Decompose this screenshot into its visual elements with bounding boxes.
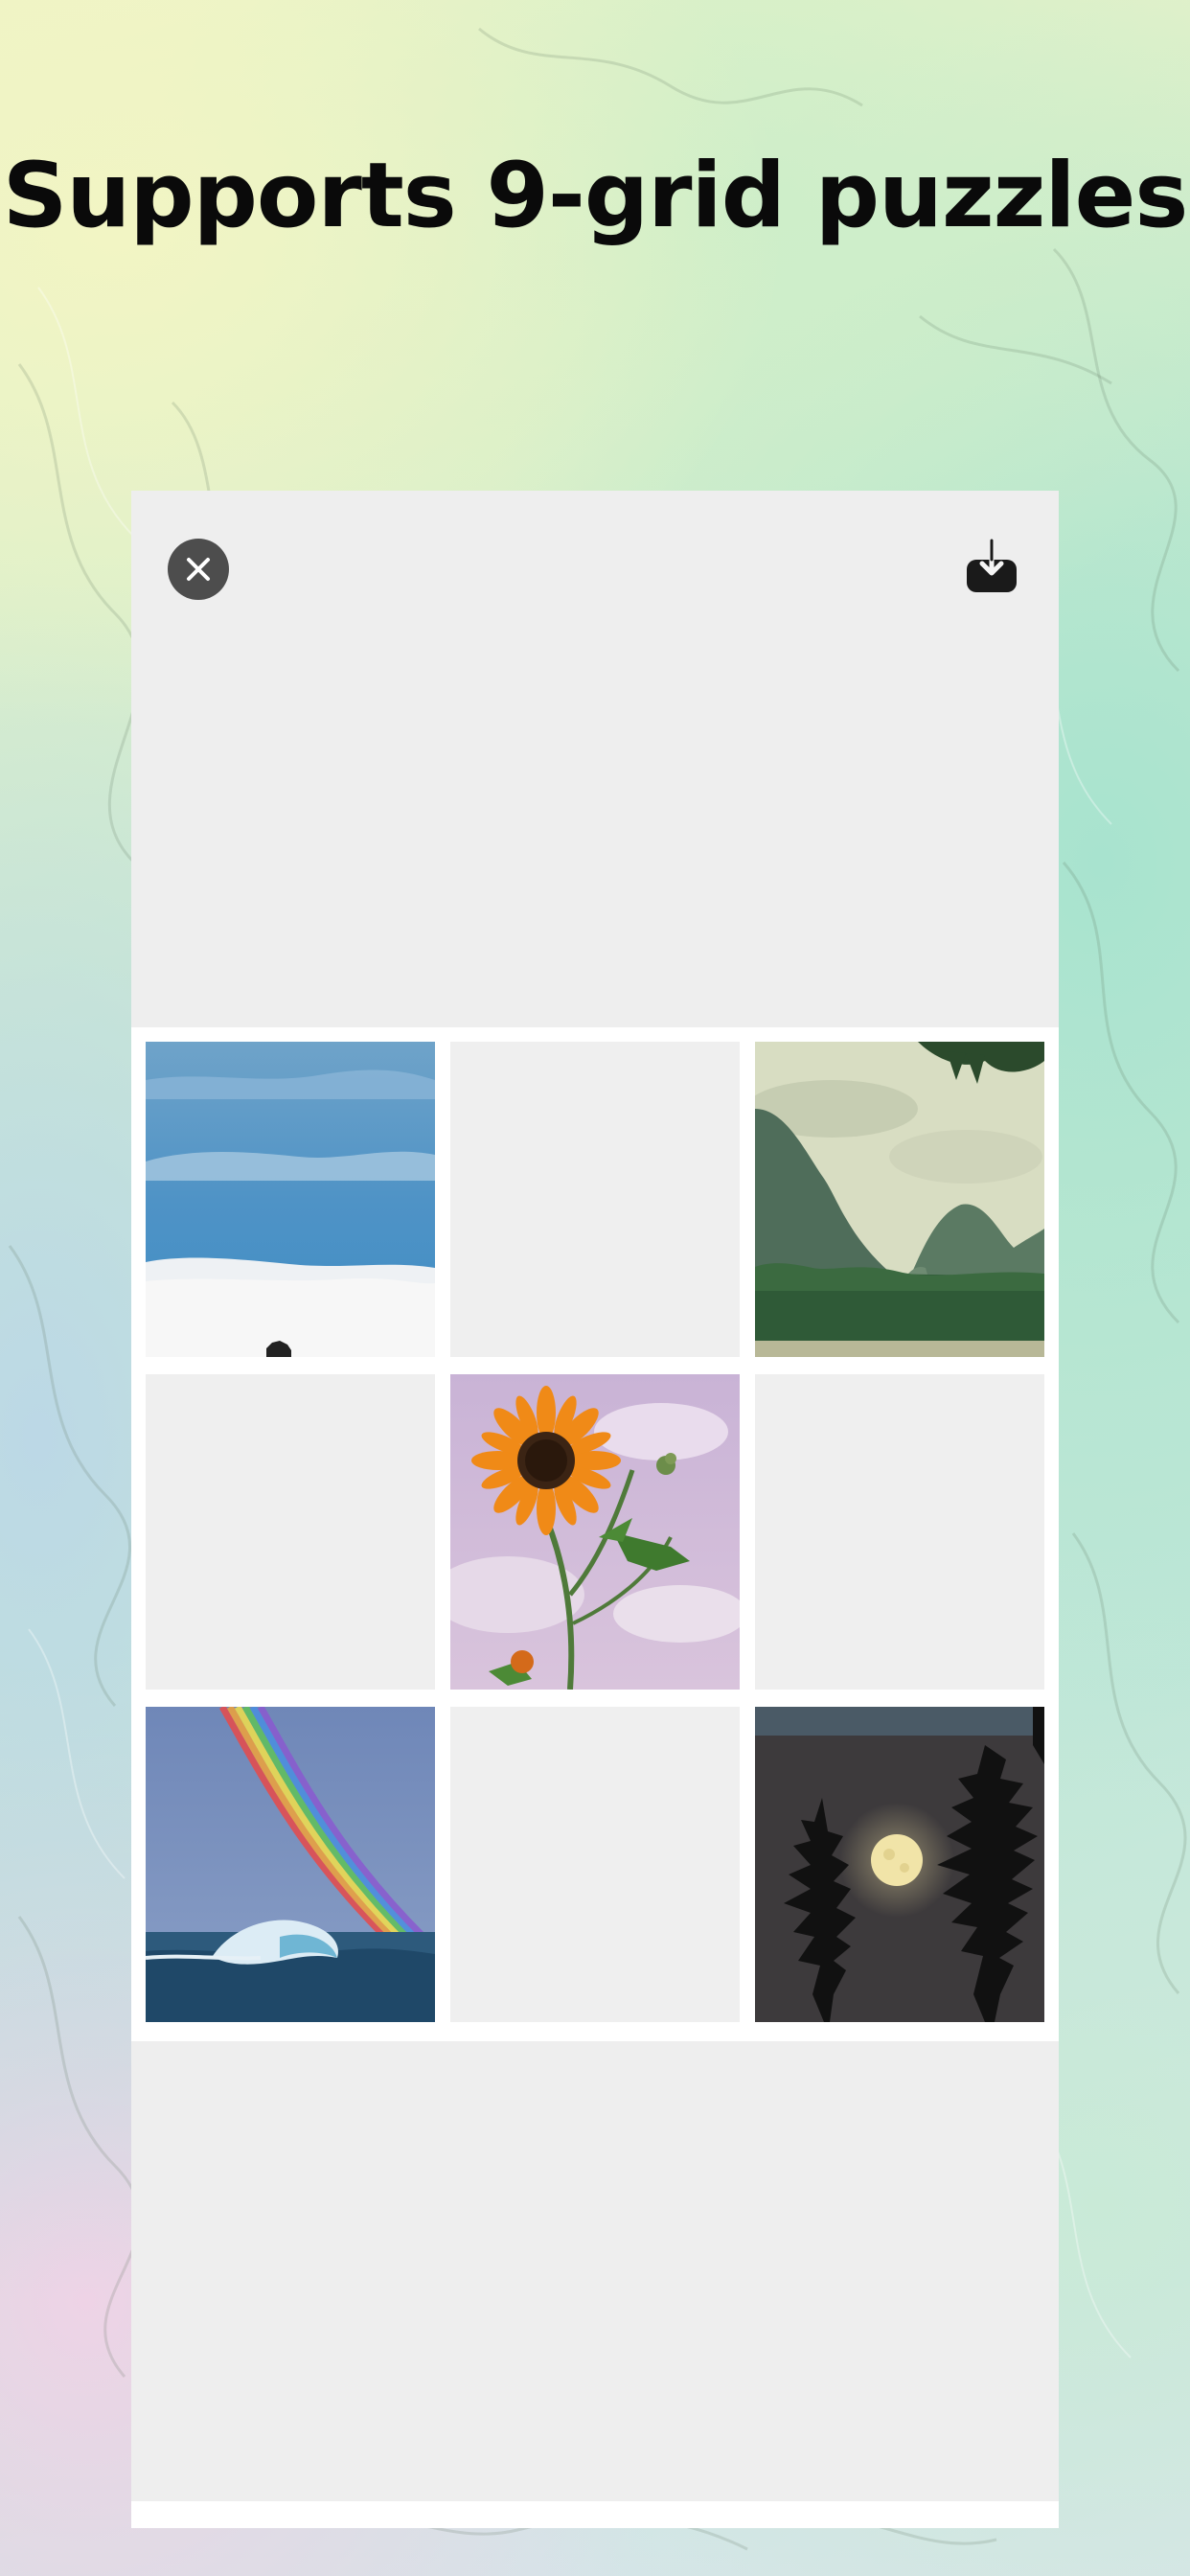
close-icon bbox=[187, 558, 210, 581]
save-button[interactable] bbox=[961, 539, 1022, 600]
app-store-screenshot: Supports 9-grid puzzles bbox=[0, 0, 1190, 2576]
grid-cell-empty[interactable] bbox=[755, 1374, 1044, 1690]
grid-cell-sky-clouds[interactable] bbox=[146, 1042, 435, 1357]
download-icon bbox=[967, 539, 1017, 592]
grid-cell-karst-mountains[interactable] bbox=[755, 1042, 1044, 1357]
grid-cell-rainbow-wave[interactable] bbox=[146, 1707, 435, 2022]
sunflower-photo bbox=[450, 1374, 740, 1690]
grid-cell-empty[interactable] bbox=[146, 1374, 435, 1690]
editor-screen bbox=[131, 491, 1059, 2528]
sky-clouds-photo bbox=[146, 1042, 435, 1357]
grid-cell-sunflower[interactable] bbox=[450, 1374, 740, 1690]
grid-cell-empty[interactable] bbox=[450, 1707, 740, 2022]
canvas-empty-area bbox=[131, 2041, 1059, 2501]
rainbow-wave-photo bbox=[146, 1707, 435, 2022]
moon-trees-photo bbox=[755, 1707, 1044, 2022]
headline: Supports 9-grid puzzles bbox=[2, 144, 1189, 248]
grid-cell-moon-trees[interactable] bbox=[755, 1707, 1044, 2022]
puzzle-grid bbox=[131, 1027, 1059, 2528]
grid-cell-empty[interactable] bbox=[450, 1042, 740, 1357]
karst-mountains-photo bbox=[755, 1042, 1044, 1357]
close-button[interactable] bbox=[168, 539, 229, 600]
